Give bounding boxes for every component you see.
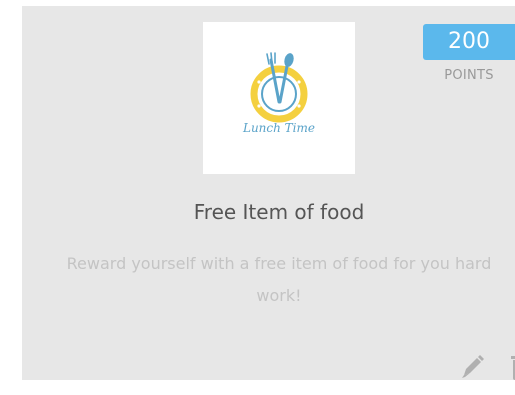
reward-logo: Lunch Time: [203, 22, 355, 174]
points-label: POINTS: [444, 68, 494, 83]
delete-button[interactable]: [509, 351, 515, 381]
plate-fork-spoon-icon: [250, 52, 308, 123]
reward-title: Free Item of food: [193, 200, 365, 224]
reward-card: Lunch Time 200 POINTS Free Item of food …: [22, 6, 515, 380]
pencil-icon: [462, 355, 484, 378]
trash-icon: [511, 356, 515, 380]
points-badge: 200: [423, 24, 515, 60]
reward-description: Reward yourself with a free item of food…: [66, 254, 492, 305]
logo-text: Lunch Time: [242, 121, 315, 135]
edit-button[interactable]: [458, 351, 484, 381]
